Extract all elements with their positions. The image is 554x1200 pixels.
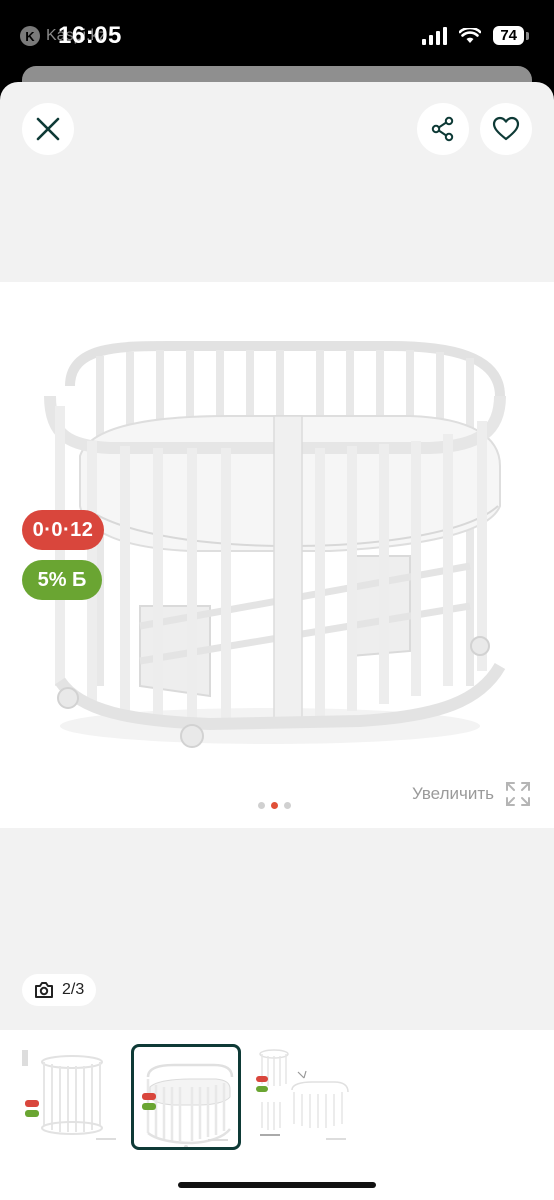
carousel-dots — [258, 802, 291, 809]
discount-badge: 5% Б — [22, 560, 102, 600]
close-icon — [36, 117, 60, 141]
home-indicator — [178, 1182, 376, 1188]
kaspi-app-icon: K — [20, 26, 40, 46]
thumbnail-3[interactable] — [252, 1044, 356, 1144]
age-badge: 0·0·12 — [22, 510, 104, 550]
status-time: 16:05 — [58, 22, 122, 49]
thumbnail-image — [22, 1050, 116, 1140]
zoom-label: Увеличить — [412, 784, 494, 803]
status-indicators: 74 — [422, 26, 529, 45]
carousel-dot[interactable] — [258, 802, 265, 809]
status-bar: K Kaspi.kz 16:05 74 — [0, 0, 554, 70]
thumbnail-image — [256, 1049, 349, 1140]
thumbnail-image — [142, 1063, 234, 1147]
close-button[interactable] — [22, 103, 74, 155]
thumbnail-2-selected[interactable] — [131, 1044, 241, 1150]
carousel-dot-active[interactable] — [271, 802, 278, 809]
image-counter: 2/3 — [22, 974, 97, 1006]
battery-indicator: 74 — [493, 26, 529, 45]
carousel-dot[interactable] — [284, 802, 291, 809]
image-counter-text: 2/3 — [62, 981, 85, 998]
expand-icon — [506, 782, 530, 806]
share-icon — [431, 116, 454, 142]
image-viewer-sheet: 0·0·12 5% Б Увеличить 2/3 — [0, 82, 554, 1200]
wifi-icon — [459, 27, 482, 43]
thumbnail-1[interactable] — [20, 1044, 124, 1144]
heart-icon — [492, 116, 520, 141]
thumbnail-strip — [0, 1030, 554, 1200]
favorite-button[interactable] — [480, 103, 532, 155]
camera-icon — [35, 982, 53, 998]
product-image-area[interactable]: 0·0·12 5% Б Увеличить — [0, 282, 554, 828]
zoom-button[interactable]: Увеличить — [412, 780, 532, 808]
signal-icon — [422, 26, 448, 45]
share-button[interactable] — [417, 103, 469, 155]
